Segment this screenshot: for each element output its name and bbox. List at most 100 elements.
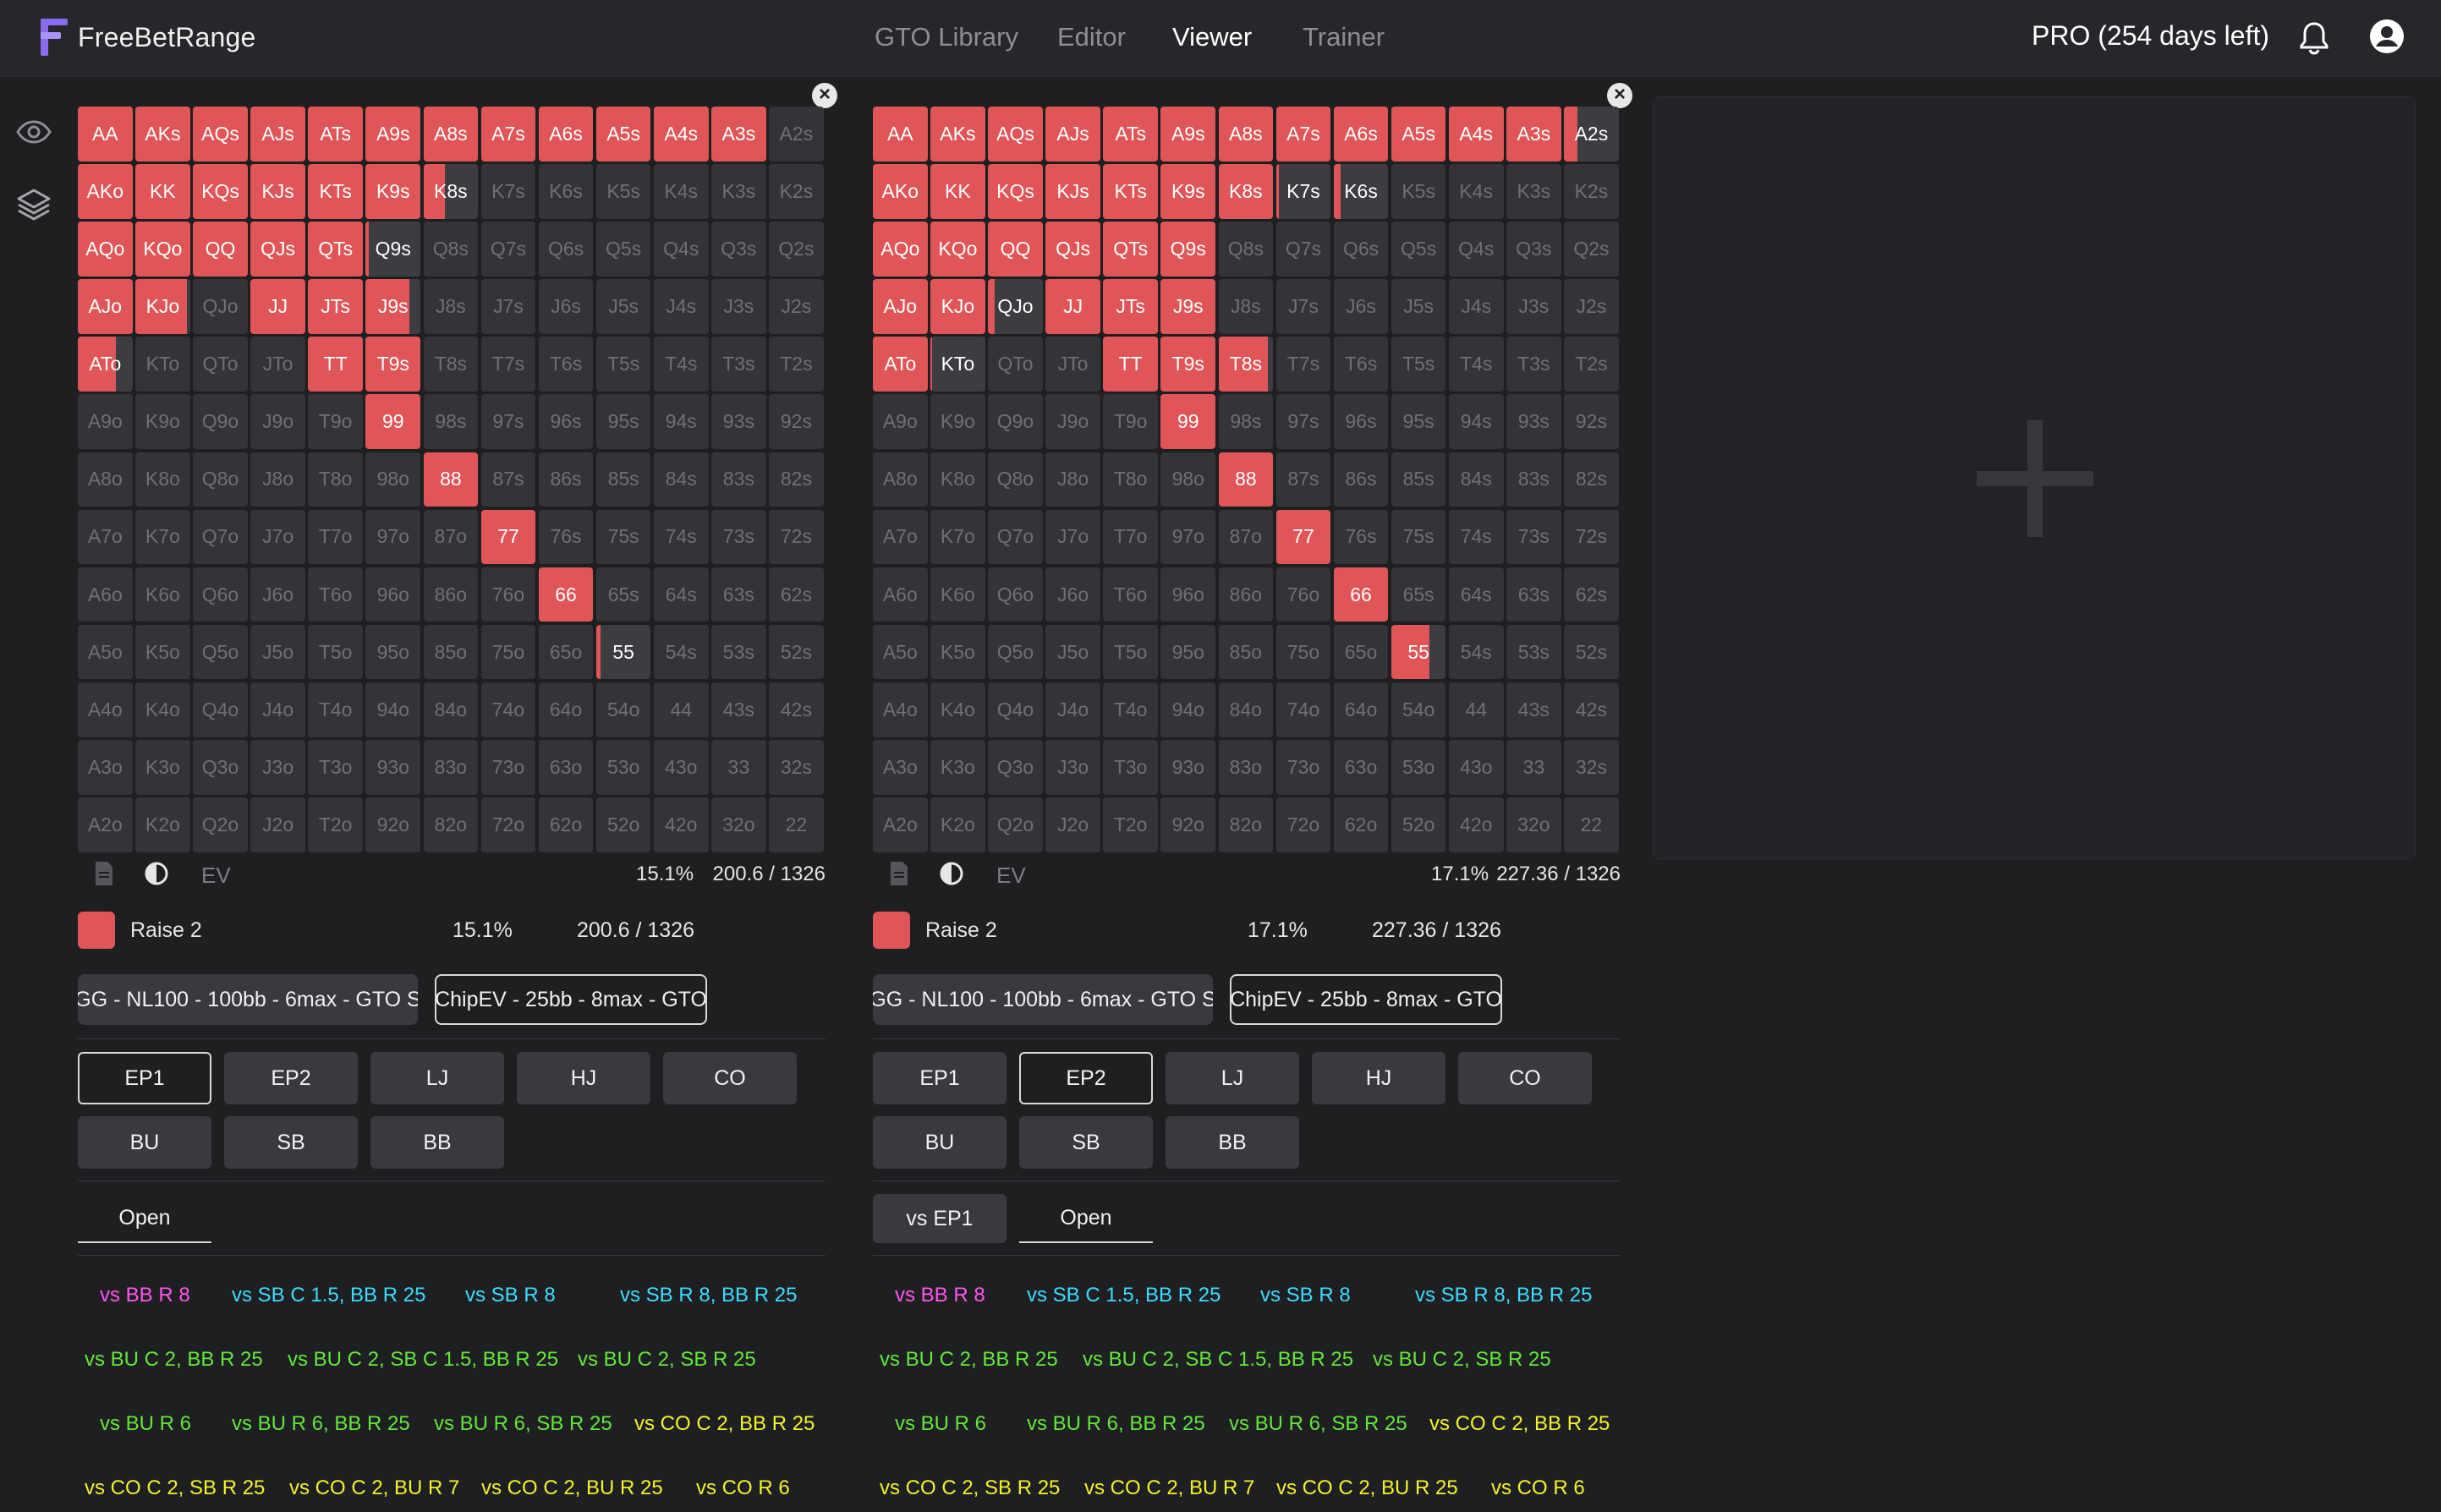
hand-cell[interactable]: T3s xyxy=(711,337,766,392)
hand-cell[interactable]: AKs xyxy=(930,107,985,162)
position-button-ep1[interactable]: EP1 xyxy=(873,1052,1007,1104)
add-range-slot[interactable] xyxy=(1653,96,2416,859)
hand-cell[interactable]: 74s xyxy=(1448,509,1504,565)
hand-cell[interactable]: J6s xyxy=(1333,279,1389,334)
hand-cell[interactable]: 83o xyxy=(1218,740,1274,795)
hand-cell[interactable]: 63o xyxy=(538,740,594,795)
hand-cell[interactable]: A7o xyxy=(78,509,133,565)
hand-cell[interactable]: 94s xyxy=(1448,394,1504,450)
eye-icon[interactable] xyxy=(15,113,52,151)
hand-cell[interactable]: K8s xyxy=(1218,164,1274,219)
situation-tab[interactable]: Open xyxy=(1019,1194,1153,1243)
spot-link[interactable]: vs SB R 8 xyxy=(1260,1284,1351,1307)
hand-cell[interactable]: J4s xyxy=(1448,279,1504,334)
hand-cell[interactable]: 53s xyxy=(711,624,766,680)
hand-cell[interactable]: Q4s xyxy=(1448,222,1504,277)
spot-link[interactable]: vs SB C 1.5, BB R 25 xyxy=(232,1284,425,1307)
hand-cell[interactable]: A7s xyxy=(1275,107,1331,162)
hand-cell[interactable]: 64o xyxy=(1333,682,1389,737)
hand-cell[interactable]: A8o xyxy=(873,452,928,507)
hand-cell[interactable]: KJo xyxy=(930,279,985,334)
hand-cell[interactable]: Q7s xyxy=(1275,222,1331,277)
hand-cell[interactable]: K7o xyxy=(930,509,985,565)
hand-cell[interactable]: JTs xyxy=(308,279,363,334)
hand-cell[interactable]: Q3s xyxy=(711,222,766,277)
hand-cell[interactable]: J8o xyxy=(250,452,305,507)
hand-cell[interactable]: Q7o xyxy=(988,509,1043,565)
hand-cell[interactable]: 95s xyxy=(595,394,651,450)
hand-cell[interactable]: 65o xyxy=(538,624,594,680)
hand-cell[interactable]: 77 xyxy=(480,509,536,565)
hand-cell[interactable]: J5s xyxy=(595,279,651,334)
hand-cell[interactable]: A6s xyxy=(1333,107,1389,162)
hand-cell[interactable]: 75o xyxy=(480,624,536,680)
hand-cell[interactable]: K6s xyxy=(538,164,594,219)
hand-cell[interactable]: 76s xyxy=(538,509,594,565)
hand-cell[interactable]: T6s xyxy=(1333,337,1389,392)
hand-cell[interactable]: KTo xyxy=(930,337,985,392)
hand-cell[interactable]: 85s xyxy=(595,452,651,507)
hand-cell[interactable]: K9o xyxy=(930,394,985,450)
spot-link[interactable]: vs CO C 2, SB R 25 xyxy=(85,1476,265,1500)
hand-cell[interactable]: 44 xyxy=(1448,682,1504,737)
close-panel-button[interactable]: × xyxy=(1607,83,1632,108)
hand-cell[interactable]: A8s xyxy=(423,107,479,162)
hand-cell[interactable]: Q8o xyxy=(193,452,248,507)
hand-cell[interactable]: 82o xyxy=(423,797,479,852)
hand-cell[interactable]: Q6o xyxy=(193,567,248,622)
hand-cell[interactable]: J5o xyxy=(250,624,305,680)
hand-cell[interactable]: JTo xyxy=(1045,337,1100,392)
spot-link[interactable]: vs BU C 2, SB C 1.5, BB R 25 xyxy=(1083,1348,1353,1372)
hand-cell[interactable]: A5s xyxy=(1391,107,1446,162)
spot-link[interactable]: vs SB C 1.5, BB R 25 xyxy=(1027,1284,1220,1307)
hand-cell[interactable]: T7s xyxy=(1275,337,1331,392)
hand-cell[interactable]: T2s xyxy=(1564,337,1619,392)
hand-cell[interactable]: T5s xyxy=(1391,337,1446,392)
hand-cell[interactable]: 32s xyxy=(769,740,824,795)
hand-cell[interactable]: K6s xyxy=(1333,164,1389,219)
hand-cell[interactable]: Q9s xyxy=(1160,222,1216,277)
hand-cell[interactable]: 95o xyxy=(1160,624,1216,680)
hand-cell[interactable]: AQs xyxy=(193,107,248,162)
hand-cell[interactable]: KJo xyxy=(135,279,190,334)
hand-cell[interactable]: 94o xyxy=(1160,682,1216,737)
hand-cell[interactable]: 74s xyxy=(653,509,709,565)
brand-name[interactable]: FreeBetRange xyxy=(78,22,256,53)
hand-cell[interactable]: A7s xyxy=(480,107,536,162)
hand-cell[interactable]: 52o xyxy=(1391,797,1446,852)
spot-link[interactable]: vs CO C 2, BU R 7 xyxy=(1084,1476,1254,1500)
hand-cell[interactable]: KK xyxy=(135,164,190,219)
hand-cell[interactable]: 65s xyxy=(595,567,651,622)
hand-cell[interactable]: 82s xyxy=(1564,452,1619,507)
spot-link[interactable]: vs BU C 2, BB R 25 xyxy=(880,1348,1058,1372)
hand-cell[interactable]: K7s xyxy=(1275,164,1331,219)
hand-cell[interactable]: QTo xyxy=(193,337,248,392)
hand-cell[interactable]: T9o xyxy=(308,394,363,450)
hand-cell[interactable]: 55 xyxy=(1391,624,1446,680)
hand-cell[interactable]: 93o xyxy=(365,740,421,795)
hand-cell[interactable]: 73o xyxy=(480,740,536,795)
hand-cell[interactable]: 55 xyxy=(595,624,651,680)
hand-cell[interactable]: A3s xyxy=(1506,107,1561,162)
hand-cell[interactable]: 54s xyxy=(1448,624,1504,680)
hand-cell[interactable]: ATs xyxy=(308,107,363,162)
hand-cell[interactable]: AJs xyxy=(1045,107,1100,162)
hand-cell[interactable]: T4s xyxy=(1448,337,1504,392)
hand-cell[interactable]: 66 xyxy=(1333,567,1389,622)
hand-cell[interactable]: K2s xyxy=(769,164,824,219)
hand-cell[interactable]: K9s xyxy=(1160,164,1216,219)
hand-cell[interactable]: ATs xyxy=(1103,107,1158,162)
hand-cell[interactable]: Q6s xyxy=(1333,222,1389,277)
spot-link[interactable]: vs BU R 6 xyxy=(895,1412,986,1436)
hand-cell[interactable]: K4o xyxy=(930,682,985,737)
spot-link[interactable]: vs BU C 2, SB R 25 xyxy=(1373,1348,1551,1372)
hand-cell[interactable]: J8o xyxy=(1045,452,1100,507)
hand-cell[interactable]: T9s xyxy=(1160,337,1216,392)
hand-cell[interactable]: K3s xyxy=(1506,164,1561,219)
hand-cell[interactable]: J3s xyxy=(1506,279,1561,334)
hand-cell[interactable]: K5o xyxy=(930,624,985,680)
hand-cell[interactable]: A2s xyxy=(769,107,824,162)
ev-toggle[interactable]: EV xyxy=(996,863,1026,889)
hand-cell[interactable]: 86o xyxy=(423,567,479,622)
hand-cell[interactable]: 52s xyxy=(1564,624,1619,680)
